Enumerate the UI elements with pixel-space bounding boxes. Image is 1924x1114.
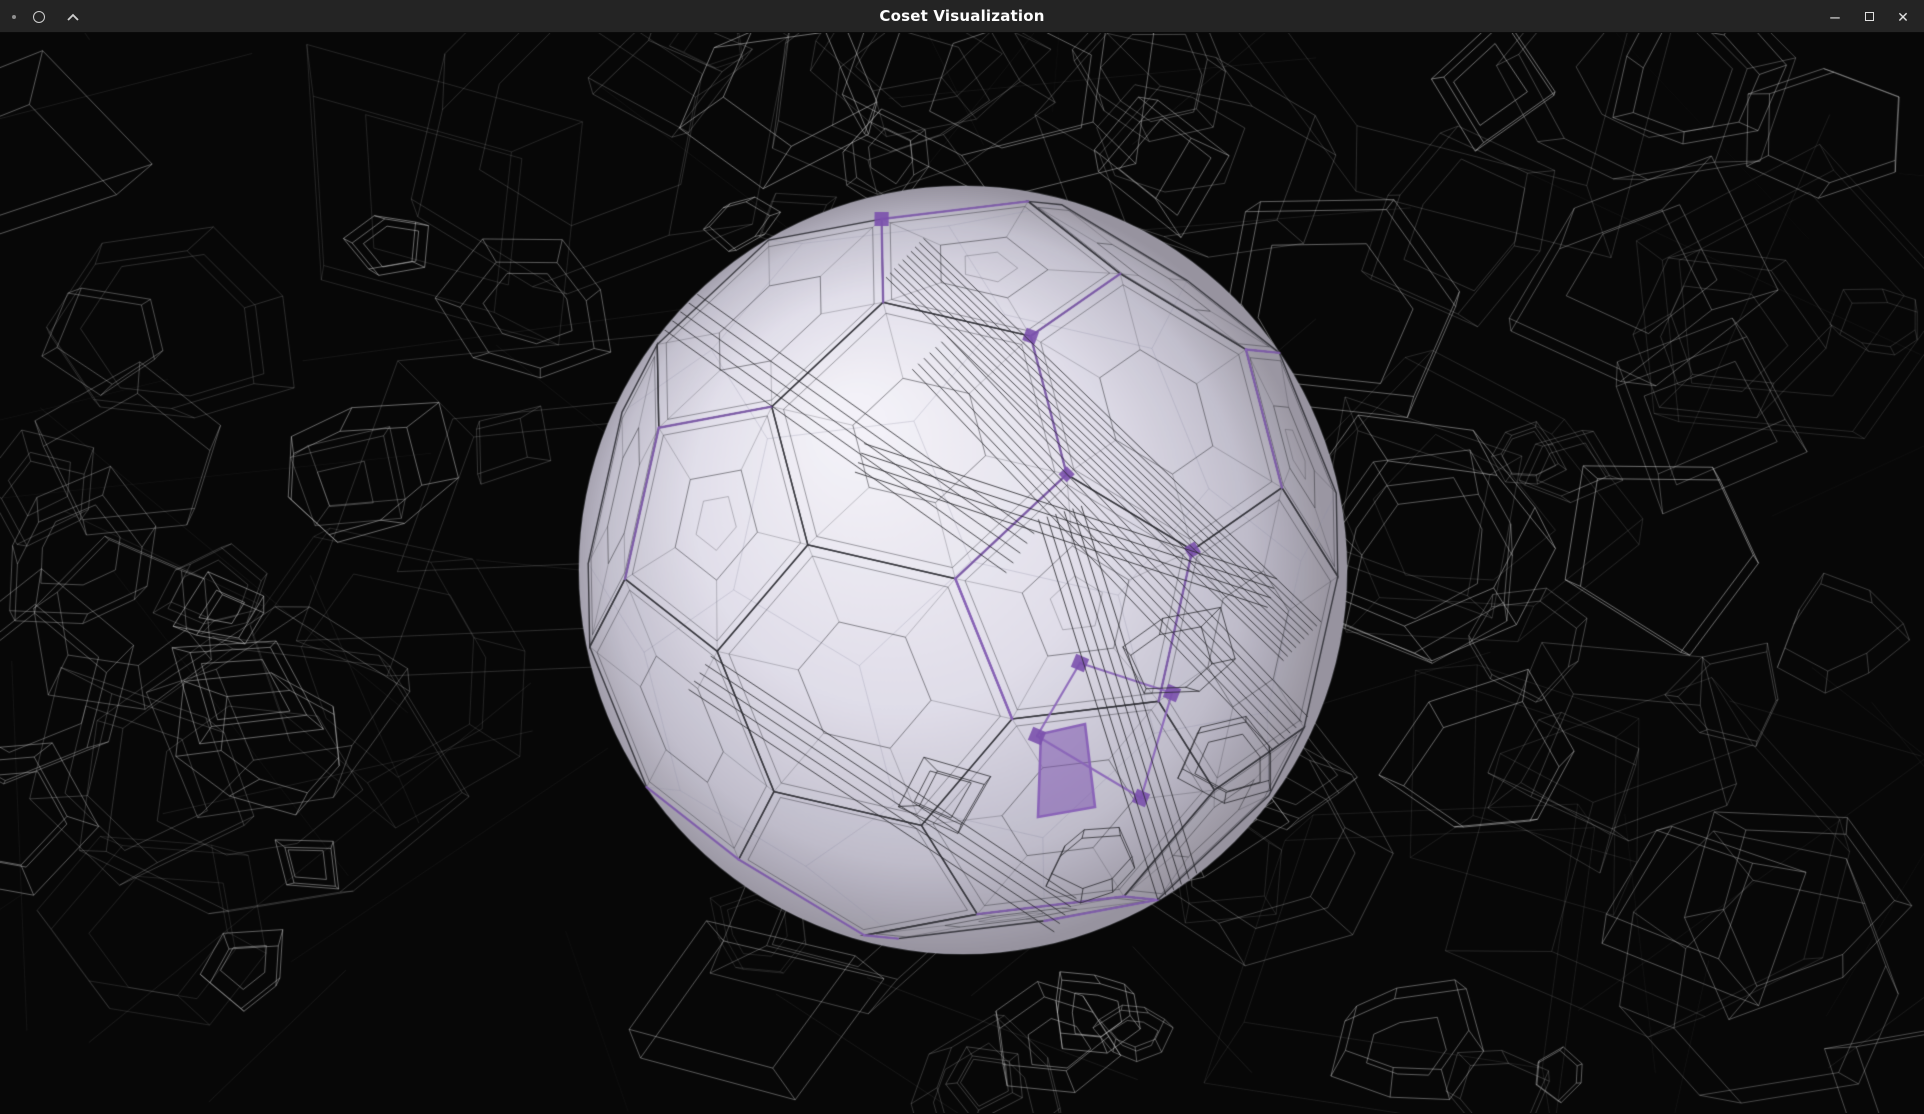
minimize-button[interactable]: – (1824, 6, 1846, 28)
maximize-square-icon (1865, 12, 1874, 21)
app-indicator-dot-icon (12, 15, 16, 19)
chevron-up-icon[interactable] (62, 6, 84, 28)
app-window: Coset Visualization – ✕ (0, 0, 1924, 1114)
chevron-up-glyph (66, 12, 80, 22)
titlebar-left-icons (8, 0, 84, 33)
close-button[interactable]: ✕ (1892, 6, 1914, 28)
circle-icon[interactable] (28, 6, 50, 28)
circle-outline-icon (33, 11, 45, 23)
viewport (0, 33, 1924, 1114)
window-title: Coset Visualization (0, 7, 1924, 25)
maximize-button[interactable] (1858, 6, 1880, 28)
window-controls: – ✕ (1824, 0, 1914, 33)
coset-visualization-canvas[interactable] (0, 33, 1924, 1113)
titlebar: Coset Visualization – ✕ (0, 0, 1924, 33)
